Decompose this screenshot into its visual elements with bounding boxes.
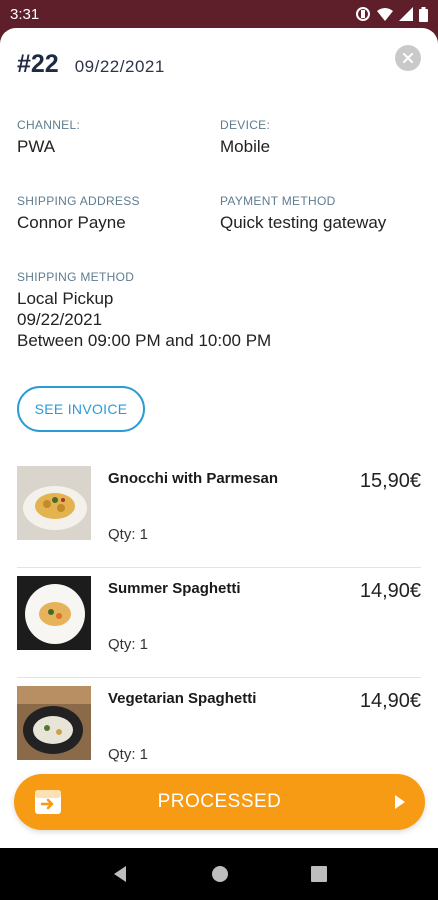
item-name: Summer Spaghetti — [108, 580, 241, 597]
food-image — [17, 686, 91, 760]
shipping-method-label: SHIPPING METHOD — [17, 270, 135, 284]
package-icon — [35, 790, 61, 814]
data-saver-icon — [356, 7, 370, 21]
item-qty: Qty: 1 — [108, 746, 149, 763]
channel-field: CHANNEL: PWA — [17, 118, 80, 157]
channel-label: CHANNEL: — [17, 118, 81, 132]
item-qty: Qty: 1 — [108, 526, 149, 543]
order-detail-sheet: #22 09/22/2021 CHANNEL: PWA DEVICE: Mobi… — [0, 28, 438, 848]
channel-value: PWA — [17, 137, 56, 156]
recents-icon[interactable] — [311, 866, 327, 882]
see-invoice-button[interactable]: SEE INVOICE — [17, 386, 145, 432]
shipping-address-label: SHIPPING ADDRESS — [17, 194, 140, 208]
play-arrow-icon — [395, 795, 405, 809]
close-button[interactable] — [395, 45, 421, 71]
order-number: #22 — [17, 50, 59, 78]
food-image — [17, 576, 91, 650]
shipping-method-line3: Between 09:00 PM and 10:00 PM — [17, 331, 272, 350]
device-field: DEVICE: Mobile — [220, 118, 270, 157]
payment-method-field: PAYMENT METHOD Quick testing gateway — [220, 194, 386, 233]
shipping-address-value: Connor Payne — [17, 213, 126, 232]
clock: 3:31 — [10, 5, 40, 23]
battery-icon — [419, 6, 428, 22]
item-price: 15,90€ — [359, 470, 421, 492]
item-price: 14,90€ — [359, 580, 421, 602]
close-icon — [403, 53, 413, 63]
signal-icon — [399, 7, 413, 21]
back-icon[interactable] — [111, 865, 129, 883]
home-icon[interactable] — [211, 865, 229, 883]
shipping-address-field: SHIPPING ADDRESS Connor Payne — [17, 194, 140, 233]
list-item[interactable]: Vegetarian Spaghetti Qty: 1 14,90€ — [17, 678, 421, 788]
item-name: Gnocchi with Parmesan — [108, 470, 279, 487]
device-value: Mobile — [220, 137, 271, 156]
food-image — [17, 466, 91, 540]
item-name: Vegetarian Spaghetti — [108, 690, 257, 707]
shipping-method-line1: Local Pickup — [17, 289, 114, 308]
processed-status-button[interactable]: PROCESSED — [14, 774, 425, 830]
order-date: 09/22/2021 — [74, 57, 165, 76]
item-price: 14,90€ — [359, 690, 421, 712]
status-bar: 3:31 — [0, 0, 438, 28]
payment-method-value: Quick testing gateway — [220, 213, 387, 232]
device-label: DEVICE: — [220, 118, 271, 132]
system-nav-bar — [0, 848, 438, 900]
payment-method-label: PAYMENT METHOD — [220, 194, 336, 208]
order-items-list: Gnocchi with Parmesan Qty: 1 15,90€ Summ… — [17, 458, 421, 788]
wifi-icon — [377, 8, 393, 21]
item-qty: Qty: 1 — [108, 636, 149, 653]
processed-label: PROCESSED — [157, 791, 282, 812]
shipping-method-line2: 09/22/2021 — [17, 310, 103, 329]
list-item[interactable]: Summer Spaghetti Qty: 1 14,90€ — [17, 568, 421, 678]
list-item[interactable]: Gnocchi with Parmesan Qty: 1 15,90€ — [17, 458, 421, 568]
shipping-method-field: SHIPPING METHOD Local Pickup 09/22/2021 … — [17, 270, 271, 351]
order-header: #22 09/22/2021 — [17, 50, 165, 79]
